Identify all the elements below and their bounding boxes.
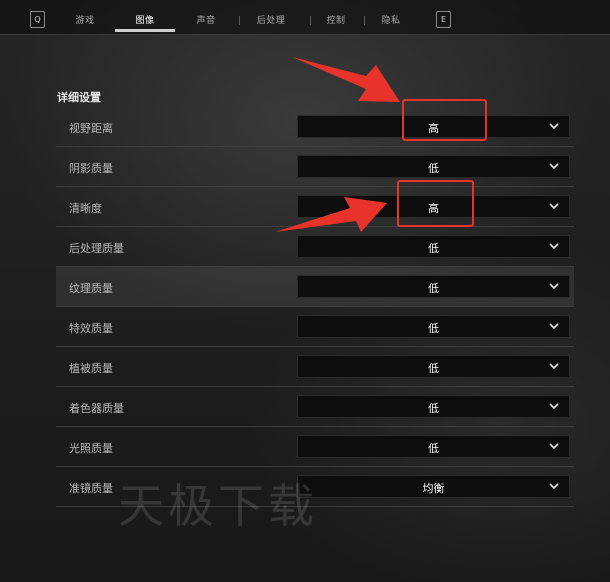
annotation-arrow-icon: [292, 57, 400, 102]
annotation-arrow-icon: [275, 197, 387, 232]
watermark: 天极下载: [118, 479, 318, 533]
